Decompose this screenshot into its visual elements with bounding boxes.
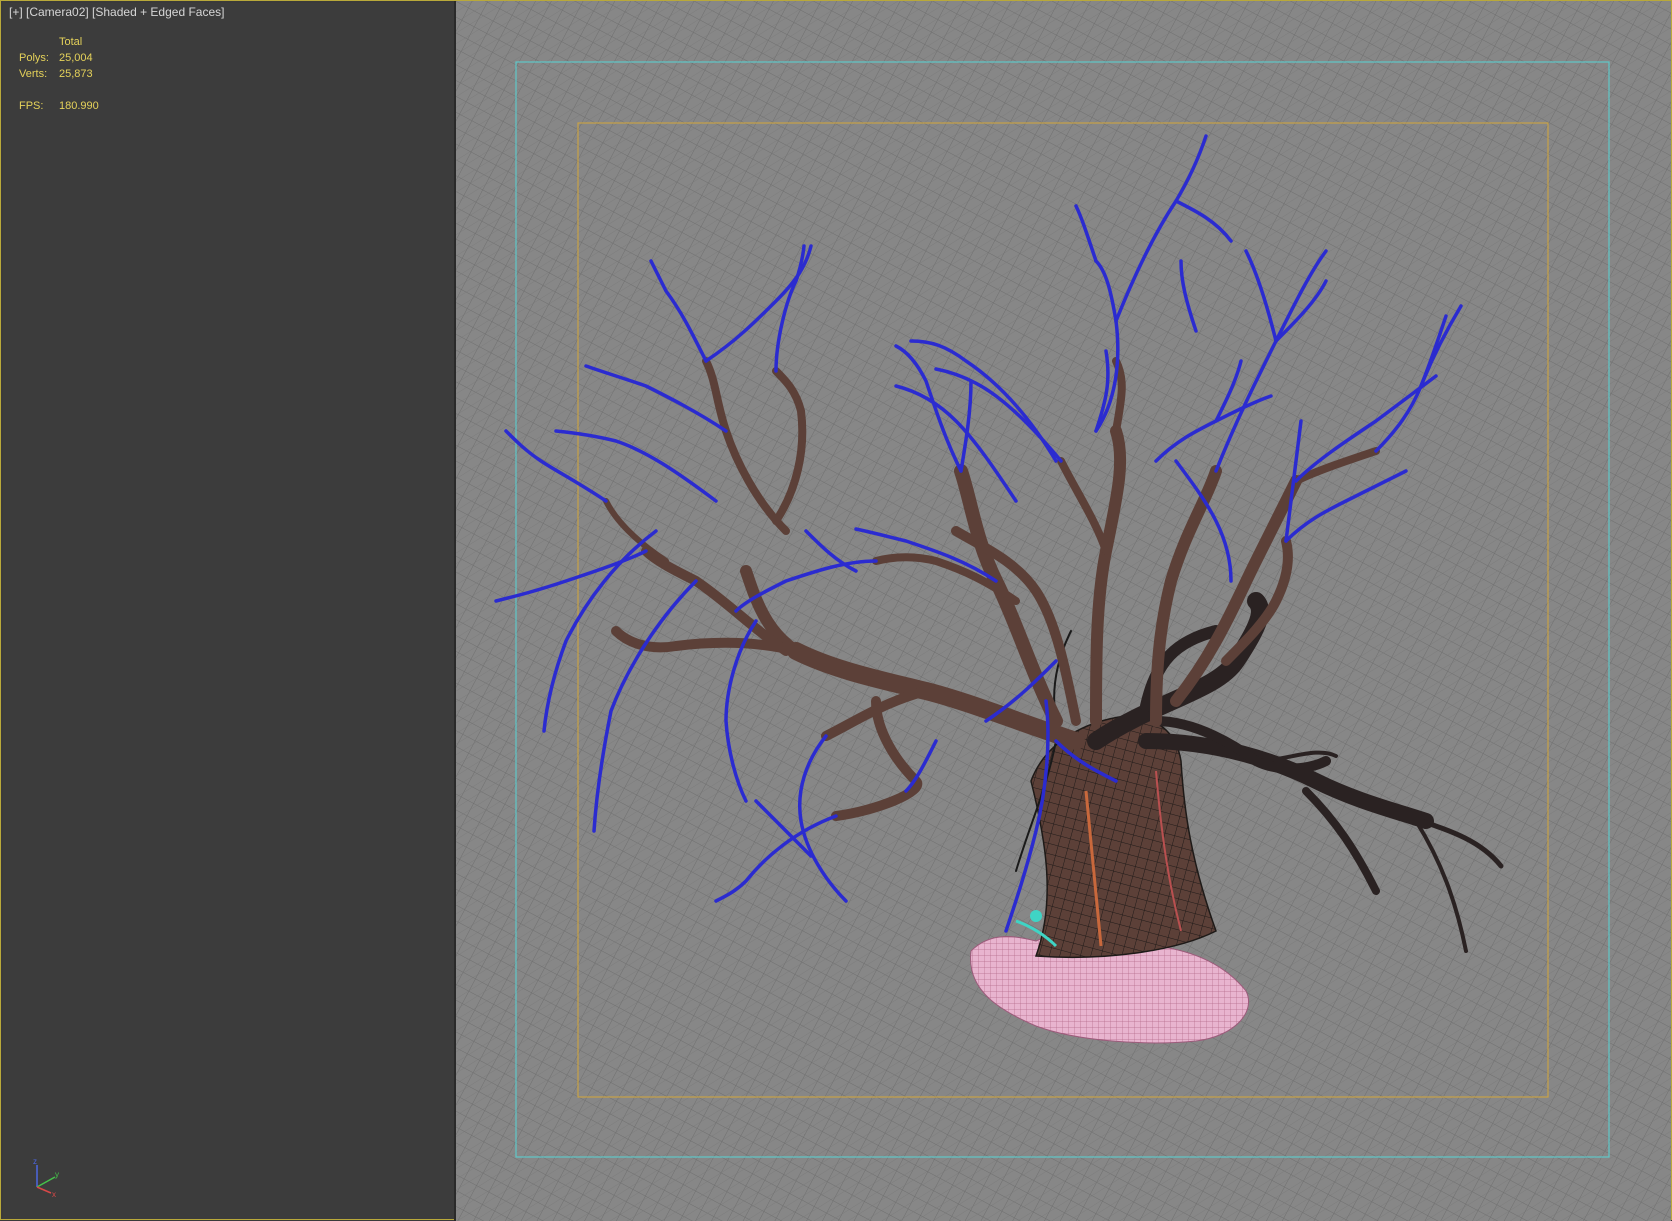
stats-verts-row: Verts: 25,873	[19, 68, 93, 80]
axis-z-label: z	[33, 1157, 37, 1166]
axis-y-label: y	[55, 1170, 59, 1179]
axis-x-label: x	[52, 1190, 56, 1197]
stats-polys-row: Polys: 25,004	[19, 52, 93, 64]
stats-header: Total	[59, 36, 83, 48]
viewport-scene[interactable]	[456, 1, 1671, 1221]
axis-gizmo-icon: z y x	[33, 1157, 59, 1197]
tree-teal-node	[1030, 910, 1042, 922]
viewport-dark-region	[3, 3, 454, 1219]
fps-value: 180.990	[59, 100, 99, 112]
stats-fps-row: FPS: 180.990	[19, 100, 99, 112]
polys-label: Polys:	[19, 52, 49, 64]
fps-label: FPS:	[19, 100, 44, 112]
verts-label: Verts:	[19, 68, 48, 80]
viewport-label[interactable]: [+] [Camera02] [Shaded + Edged Faces]	[9, 5, 224, 19]
verts-value: 25,873	[59, 68, 93, 80]
polys-value: 25,004	[59, 52, 93, 64]
camera-viewport[interactable]: [+] [Camera02] [Shaded + Edged Faces] To…	[0, 0, 1672, 1221]
viewport-grid-overlay	[456, 1, 1671, 1221]
